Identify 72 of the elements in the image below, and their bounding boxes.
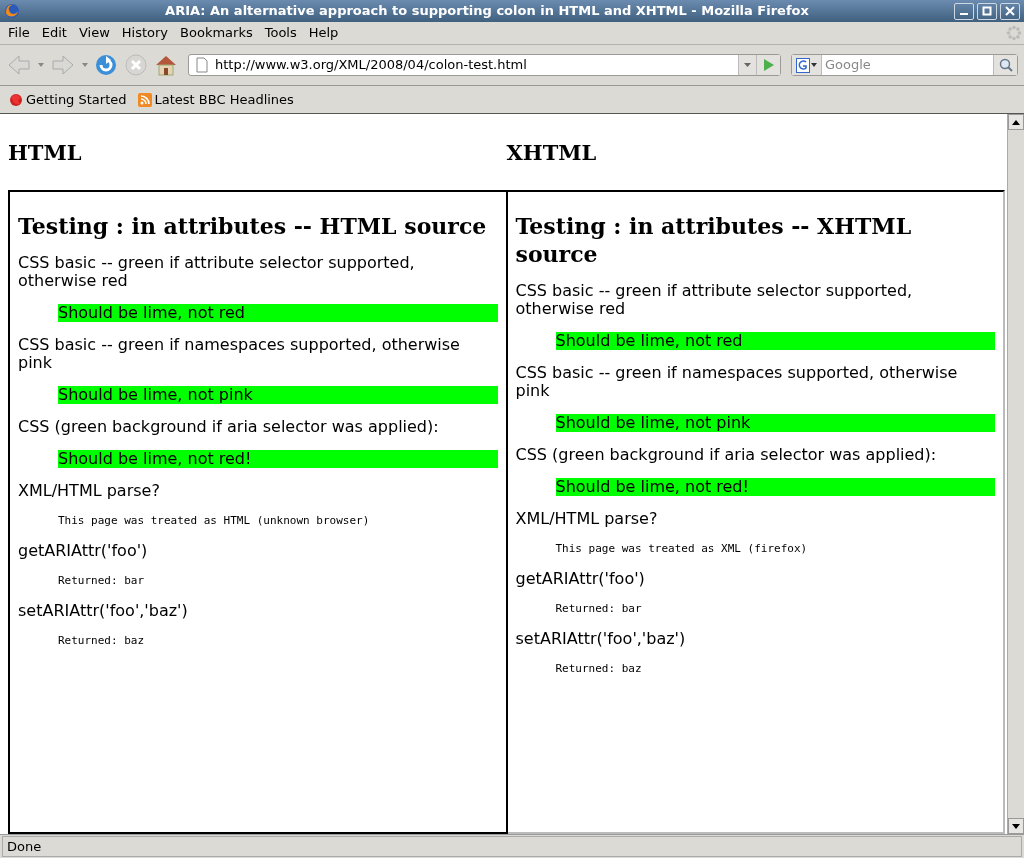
maximize-icon (982, 6, 992, 16)
home-button[interactable] (154, 53, 178, 77)
search-input[interactable]: Google (822, 55, 993, 75)
test-result: Should be lime, not red (58, 304, 498, 322)
search-icon (998, 58, 1013, 72)
menu-item[interactable]: File (2, 23, 36, 43)
frame-title: Testing : in attributes -- HTML source (18, 212, 488, 240)
scroll-up-button[interactable] (1008, 114, 1024, 130)
close-icon (1005, 6, 1015, 16)
page-icon (195, 57, 209, 73)
minimize-button[interactable] (954, 2, 974, 20)
output-text: This page was treated as HTML (unknown browser) (58, 514, 371, 528)
engine-selector[interactable] (792, 55, 822, 75)
test-label: setARIAttr('foo','baz') (515, 630, 687, 648)
menu-item[interactable]: Edit (35, 23, 73, 43)
search-field[interactable]: Google (791, 54, 1018, 76)
close-button[interactable] (1000, 2, 1020, 20)
test-label: CSS basic -- green if attribute selector supported, otherwise red (18, 254, 416, 290)
output-text: This page was treated as XML (firefox) (555, 542, 809, 556)
test-label: setARIAttr('foo','baz') (18, 602, 189, 620)
scroll-down-button[interactable] (1008, 818, 1024, 834)
test-label: getARIAttr('foo') (515, 570, 646, 588)
test-result: Should be lime, not red! (58, 450, 498, 468)
test-result: Should be lime, not pink (58, 386, 498, 404)
output-text: Returned: bar (58, 574, 146, 588)
browser-logo-icon (4, 3, 20, 19)
menu-item[interactable]: View (72, 23, 116, 43)
minimize-icon (960, 13, 968, 15)
address-bar[interactable]: http://www.w3.org/XML/2008/04/colon-test.html (188, 54, 781, 76)
dropdown-icon (811, 63, 817, 67)
throbber-icon (1006, 25, 1022, 41)
menu-item[interactable]: History (115, 23, 175, 43)
test-label: XML/HTML parse? (18, 482, 161, 500)
engine-logo-icon (796, 57, 810, 73)
test-label: CSS (green background if aria selector was applied): (18, 418, 440, 436)
stop-button[interactable] (124, 53, 148, 77)
bookmark-item[interactable]: Latest BBC Headlines (136, 89, 294, 110)
window-title: ARIA: An alternative approach to supporting colon in HTML and XHTML - Mozilla Firefox (164, 2, 810, 21)
test-label: getARIAttr('foo') (18, 542, 149, 560)
status-text: Done (2, 835, 1022, 858)
dropdown-icon (744, 63, 751, 67)
up-arrow-icon (1012, 119, 1020, 125)
test-result: Should be lime, not red (555, 332, 995, 350)
dropdown-icon[interactable] (82, 63, 88, 67)
test-label: CSS basic -- green if attribute selector supported, otherwise red (515, 282, 914, 318)
output-text: Returned: baz (58, 634, 146, 648)
test-label: CSS basic -- green if namespaces supported, otherwise pink (515, 364, 959, 400)
test-label: CSS basic -- green if namespaces supported, otherwise pink (18, 336, 461, 372)
test-result: Should be lime, not red! (555, 478, 995, 496)
down-arrow-icon (1012, 823, 1020, 829)
play-icon (762, 58, 775, 72)
test-label: CSS (green background if aria selector was applied): (515, 446, 938, 464)
feed-icon (136, 91, 153, 108)
scrollbar[interactable] (1007, 114, 1024, 834)
menu-item[interactable]: Tools (258, 23, 303, 43)
frame-heading: XHTML (506, 138, 597, 167)
menu-item[interactable]: Bookmarks (174, 23, 259, 43)
address-text: http://www.w3.org/XML/2008/04/colon-test.html (215, 56, 528, 75)
output-text: Returned: baz (555, 662, 643, 676)
search-button[interactable] (993, 55, 1017, 75)
menu-item[interactable]: Help (302, 23, 345, 43)
history-dropdown[interactable] (738, 55, 756, 75)
go-button[interactable] (756, 55, 780, 75)
dropdown-icon[interactable] (38, 63, 44, 67)
maximize-button[interactable] (977, 2, 997, 20)
reload-button[interactable] (94, 53, 118, 77)
test-result: Should be lime, not pink (555, 414, 995, 432)
frame-heading: HTML (8, 138, 82, 167)
bookmark-item[interactable]: Getting Started (8, 89, 127, 110)
test-label: XML/HTML parse? (515, 510, 659, 528)
output-text: Returned: bar (555, 602, 643, 616)
frame-title: Testing : in attributes -- XHTML source (515, 212, 913, 268)
